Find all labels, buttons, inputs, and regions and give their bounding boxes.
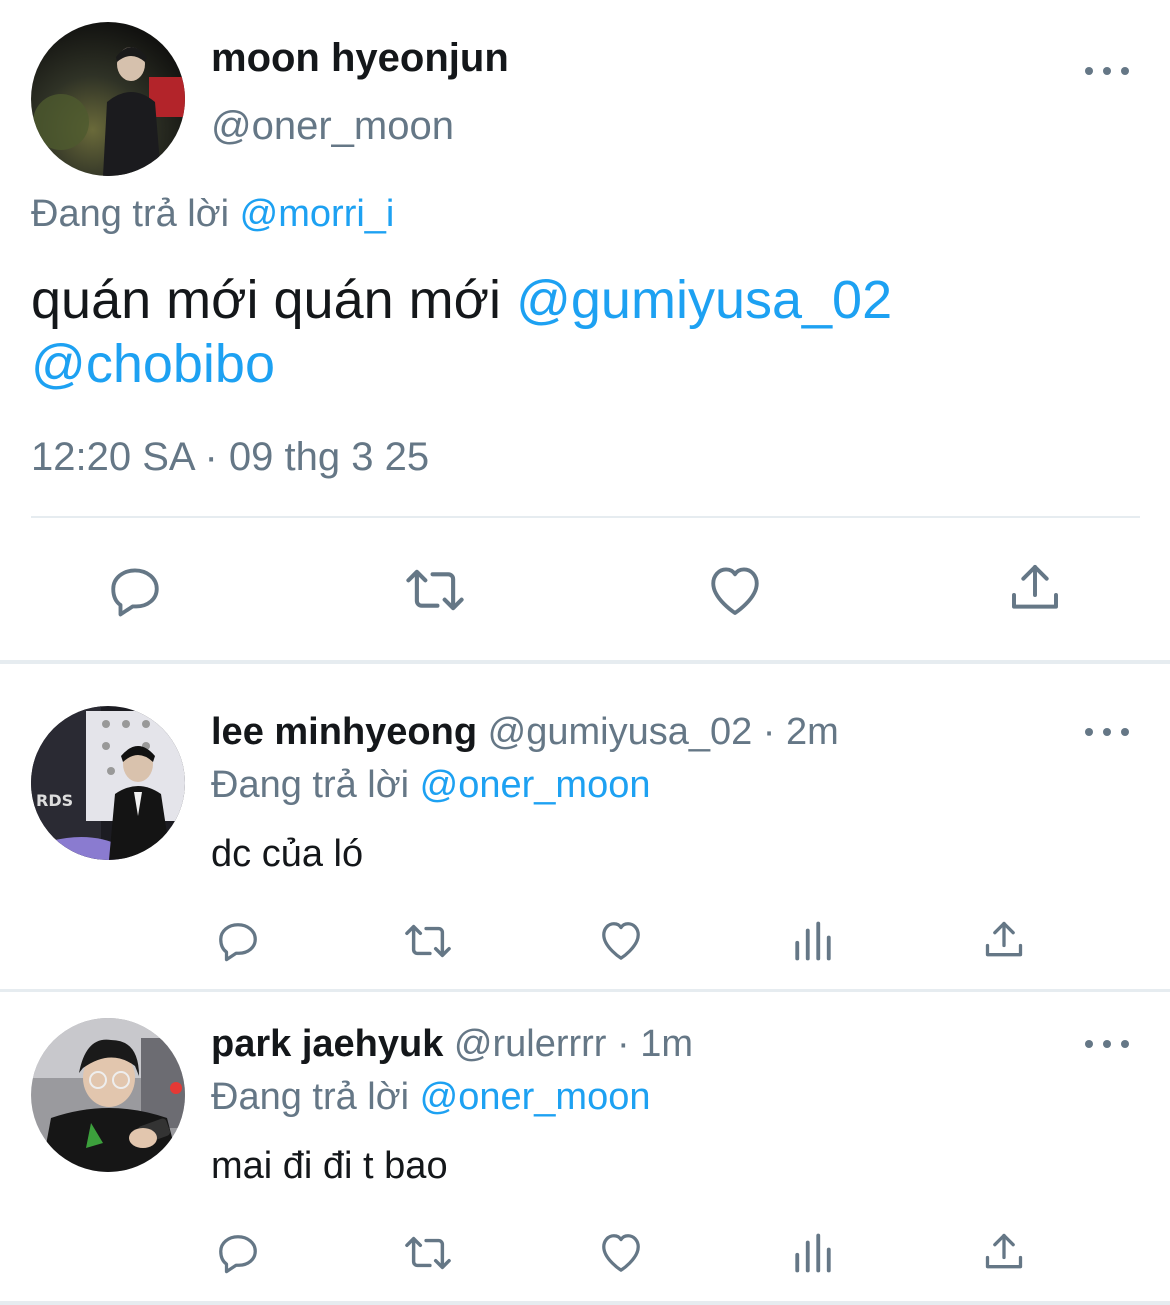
author-handle[interactable]: @oner_moon bbox=[211, 106, 454, 146]
retweet-icon[interactable] bbox=[400, 561, 470, 619]
share-icon[interactable] bbox=[1007, 560, 1063, 616]
replying-to-line: Đang trả lời @morri_i bbox=[31, 195, 394, 233]
retweet-icon[interactable] bbox=[400, 1230, 456, 1276]
avatar-lee-minhyeong[interactable]: RDS bbox=[31, 706, 185, 860]
svg-text:RDS: RDS bbox=[36, 791, 73, 810]
section-divider bbox=[0, 660, 1170, 664]
analytics-icon[interactable] bbox=[792, 920, 834, 962]
more-options-icon[interactable] bbox=[1085, 720, 1129, 744]
replying-to-mention[interactable]: @oner_moon bbox=[420, 764, 651, 806]
reply-header: park jaehyuk @rulerrrr · 1m bbox=[211, 1025, 693, 1063]
replying-to-line: Đang trả lời @oner_moon bbox=[211, 766, 651, 804]
like-icon[interactable] bbox=[706, 562, 764, 618]
reply-header: lee minhyeong @gumiyusa_02 · 2m bbox=[211, 713, 839, 751]
author-handle[interactable]: @rulerrrr bbox=[454, 1023, 607, 1065]
replying-label: Đang trả lời bbox=[211, 1076, 410, 1118]
author-name[interactable]: park jaehyuk bbox=[211, 1023, 443, 1065]
avatar-moon-hyeonjun[interactable] bbox=[31, 22, 185, 176]
reply-time[interactable]: · 2m bbox=[763, 711, 839, 753]
avatar-park-jaehyuk[interactable] bbox=[31, 1018, 185, 1172]
tweet-text-plain: quán mới quán mới bbox=[31, 270, 502, 330]
reply-icon[interactable] bbox=[215, 1230, 261, 1276]
reply-divider bbox=[0, 989, 1170, 992]
replying-label: Đang trả lời bbox=[211, 764, 410, 806]
tweet-text: quán mới quán mới @gumiyusa_02 @chobibo bbox=[31, 268, 1131, 396]
timestamp-divider bbox=[31, 516, 1140, 518]
retweet-icon[interactable] bbox=[400, 918, 456, 964]
reply-text: mai đi đi t bao bbox=[211, 1145, 448, 1187]
tweet-timestamp[interactable]: 12:20 SA · 09 thg 3 25 bbox=[31, 437, 429, 477]
reply-icon[interactable] bbox=[106, 562, 164, 620]
analytics-icon[interactable] bbox=[792, 1232, 834, 1274]
reply-icon[interactable] bbox=[215, 918, 261, 964]
share-icon[interactable] bbox=[982, 918, 1026, 962]
replying-to-mention[interactable]: @morri_i bbox=[240, 193, 395, 235]
replying-to-mention[interactable]: @oner_moon bbox=[420, 1076, 651, 1118]
reply-time[interactable]: · 1m bbox=[617, 1023, 693, 1065]
mention-chobibo[interactable]: @chobibo bbox=[31, 334, 275, 394]
reply-text: dc của ló bbox=[211, 833, 364, 875]
replying-to-line: Đang trả lời @oner_moon bbox=[211, 1078, 651, 1116]
share-icon[interactable] bbox=[982, 1230, 1026, 1274]
like-icon[interactable] bbox=[598, 918, 644, 962]
more-options-icon[interactable] bbox=[1085, 1032, 1129, 1056]
mention-gumiyusa[interactable]: @gumiyusa_02 bbox=[516, 270, 892, 330]
bottom-divider bbox=[0, 1301, 1170, 1305]
replying-label: Đang trả lời bbox=[31, 193, 230, 235]
author-handle[interactable]: @gumiyusa_02 bbox=[488, 711, 753, 753]
more-options-icon[interactable] bbox=[1085, 59, 1129, 83]
author-name[interactable]: moon hyeonjun bbox=[211, 38, 509, 78]
like-icon[interactable] bbox=[598, 1230, 644, 1274]
author-name[interactable]: lee minhyeong bbox=[211, 711, 477, 753]
